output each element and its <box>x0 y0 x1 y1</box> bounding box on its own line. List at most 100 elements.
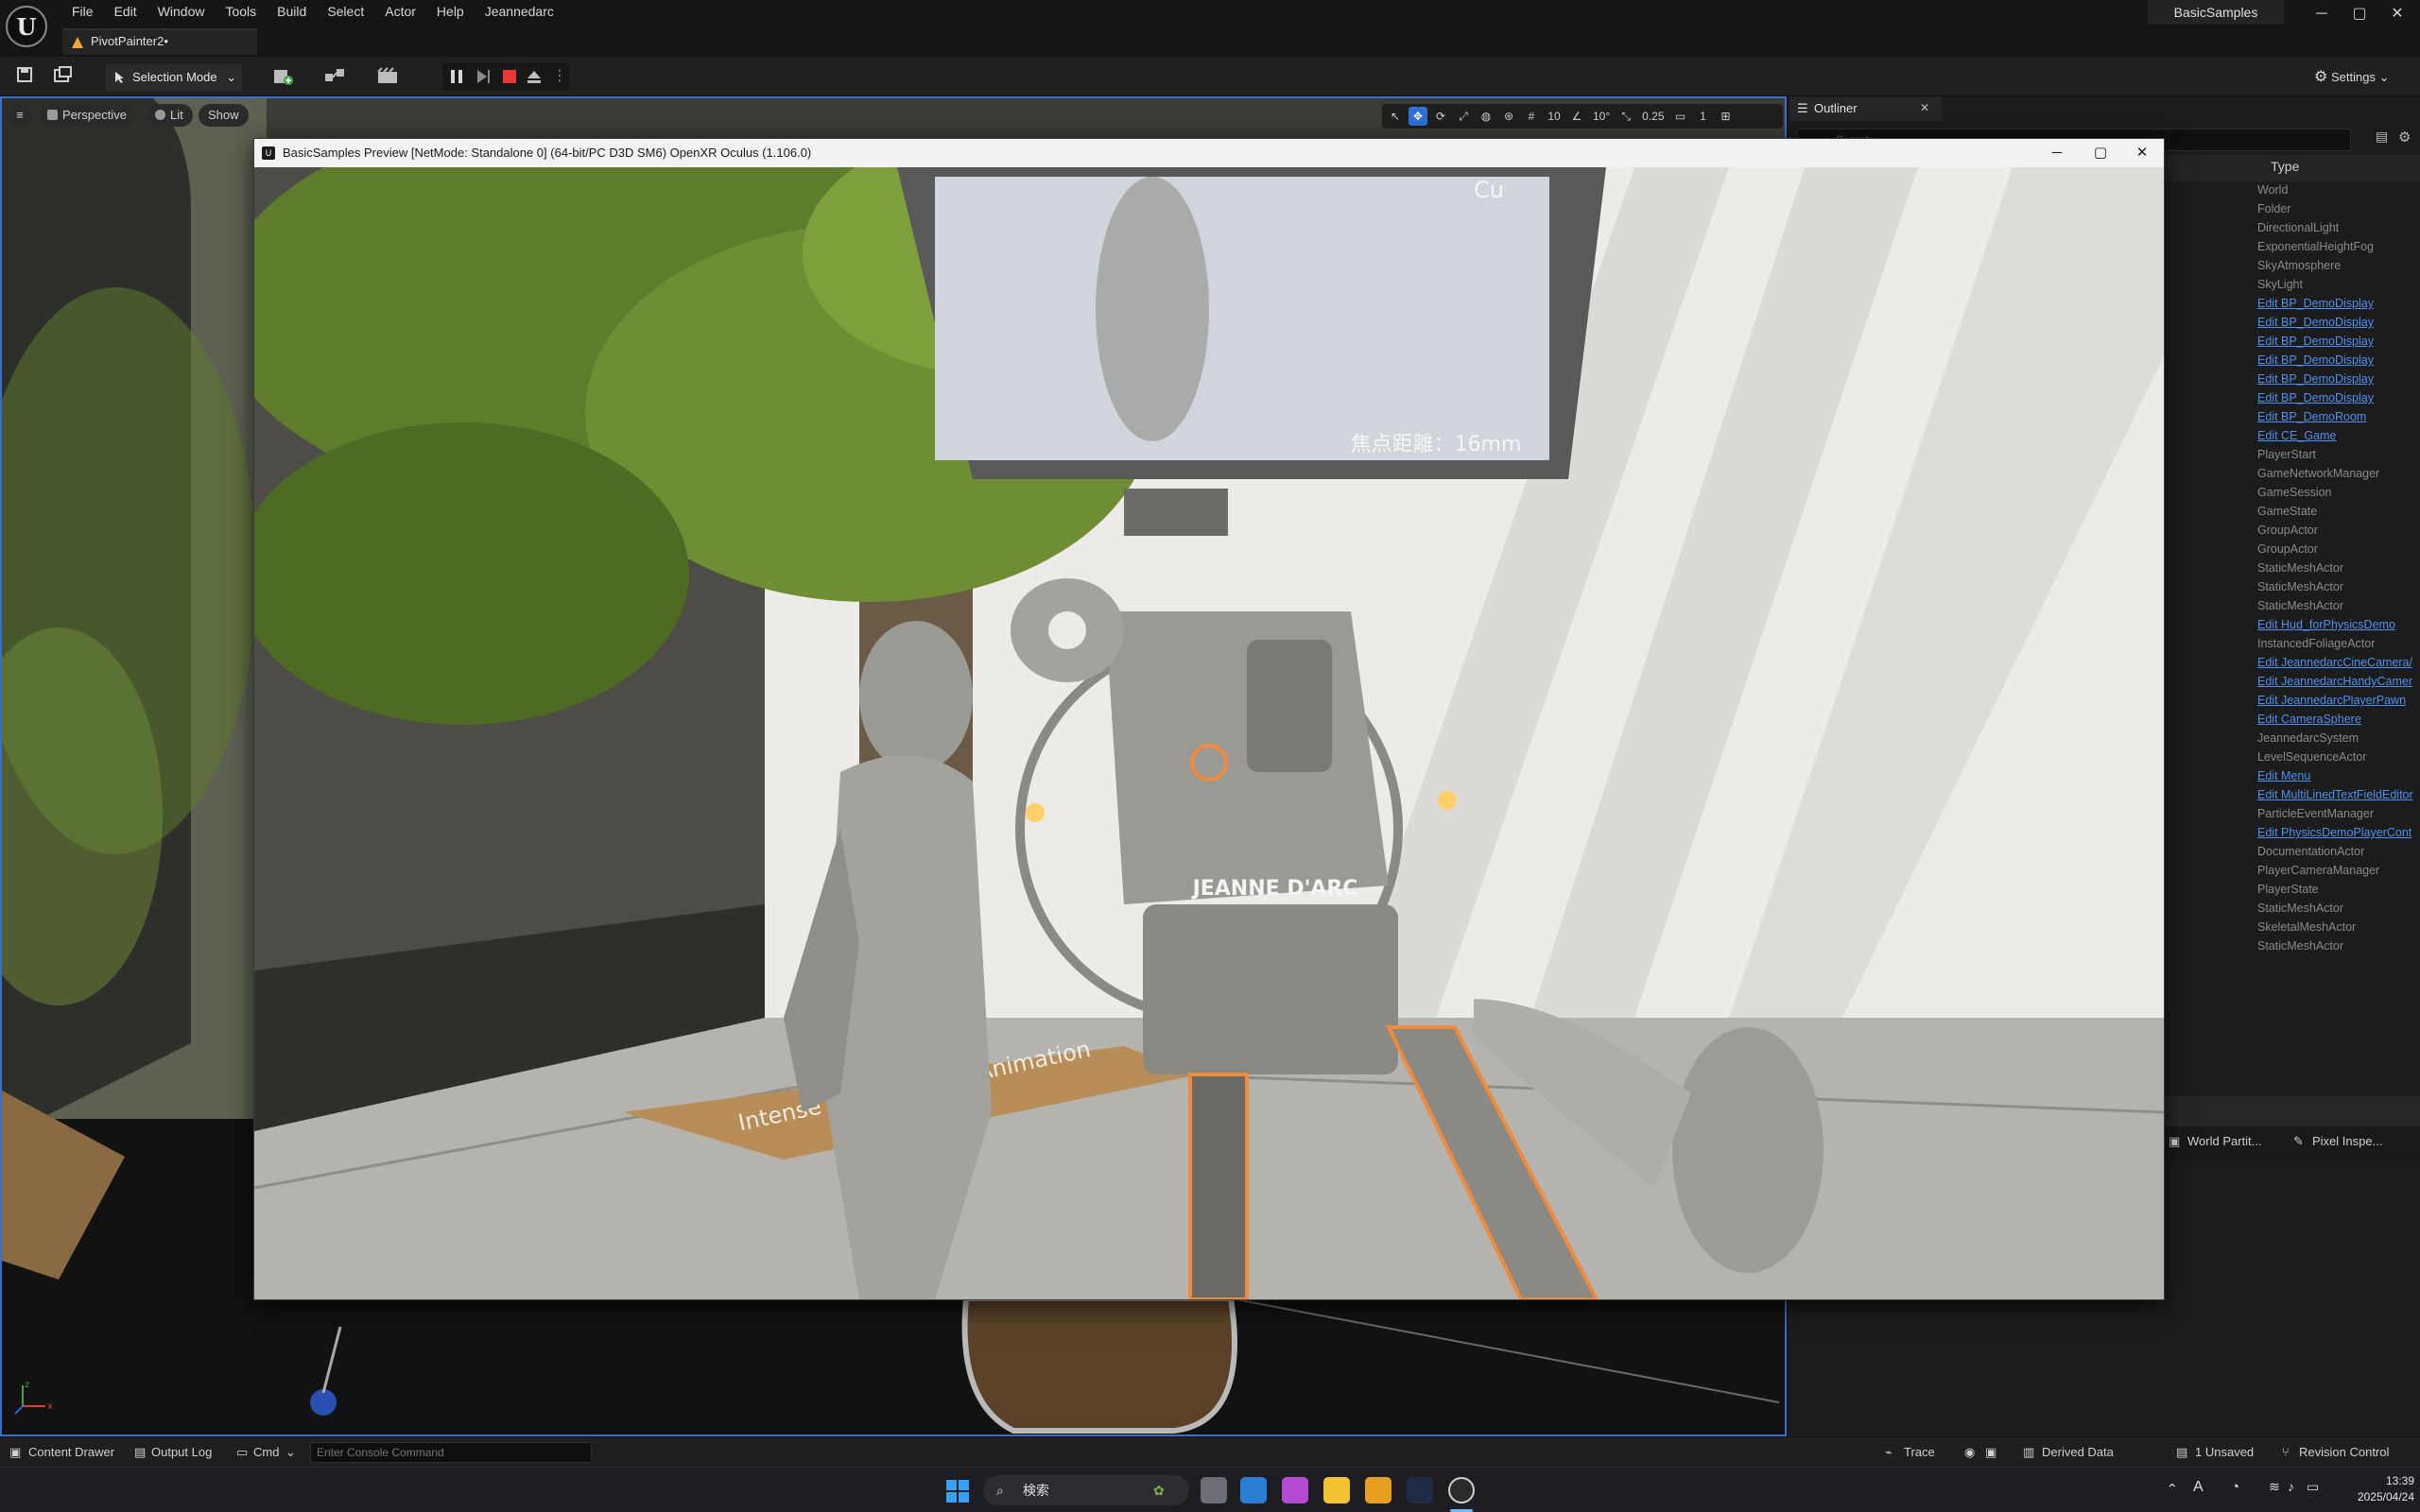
pause-icon[interactable] <box>448 68 465 85</box>
save-icon[interactable] <box>15 65 34 84</box>
add-actor-icon[interactable] <box>272 66 297 87</box>
photos-icon[interactable] <box>1240 1477 1267 1503</box>
content-drawer-button[interactable]: Content Drawer <box>28 1443 114 1462</box>
outliner-row-type[interactable]: Edit CameraSphere <box>2257 710 2420 729</box>
scale-snap-icon[interactable]: ⤡ <box>1616 107 1635 126</box>
rotation-snap-value[interactable]: 10° <box>1590 107 1613 126</box>
outliner-row-type[interactable]: Edit BP_DemoDisplay <box>2257 351 2420 369</box>
outliner-tab[interactable]: ☰ Outliner ✕ <box>1789 96 1941 121</box>
add-folder-icon[interactable]: ▤ <box>2376 129 2388 145</box>
outliner-row-type[interactable]: Edit BP_DemoDisplay <box>2257 369 2420 388</box>
outliner-row-type[interactable]: Edit MultiLinedTextFieldEditor <box>2257 785 2420 804</box>
ime-indicator[interactable]: A <box>2193 1479 2204 1496</box>
game-scene[interactable]: Intense Wind Foliage Animation 焦点距離：16mm… <box>254 167 2164 1299</box>
outliner-row-type[interactable]: Edit BP_DemoDisplay <box>2257 313 2420 332</box>
app-icon[interactable] <box>1282 1477 1308 1503</box>
volume-icon[interactable]: ♪ <box>2288 1479 2294 1494</box>
menu-build[interactable]: Build <box>268 0 318 23</box>
level-tab[interactable]: PivotPainter2• <box>62 28 257 55</box>
revision-control-dropdown[interactable]: Revision Control <box>2299 1443 2389 1462</box>
select-tool-icon[interactable]: ↖ <box>1386 107 1405 126</box>
frame-skip-icon[interactable] <box>475 68 492 85</box>
camera-speed-icon[interactable]: ▭ <box>1671 107 1690 126</box>
task-view-icon[interactable] <box>1201 1477 1227 1503</box>
battery-icon[interactable]: ▭ <box>2307 1479 2319 1495</box>
game-window-title-bar[interactable]: U BasicSamples Preview [NetMode: Standal… <box>254 139 2164 167</box>
unsaved-button[interactable]: 1 Unsaved <box>2195 1443 2254 1462</box>
git-client-icon[interactable] <box>1365 1477 1392 1503</box>
close-button[interactable]: ✕ <box>2378 2 2416 26</box>
game-close-button[interactable]: ✕ <box>2120 139 2164 167</box>
grid-snap-icon[interactable]: # <box>1522 107 1541 126</box>
outliner-row-type[interactable]: Edit BP_DemoDisplay <box>2257 388 2420 407</box>
outliner-row-type[interactable]: Edit BP_DemoDisplay <box>2257 294 2420 313</box>
menu-actor[interactable]: Actor <box>375 0 427 23</box>
tab-pixel-inspector[interactable]: Pixel Inspe... <box>2312 1134 2382 1148</box>
outliner-settings-gear-icon[interactable]: ⚙ <box>2398 129 2411 146</box>
rotate-tool-icon[interactable]: ⟳ <box>1431 107 1450 126</box>
menu-jeannedarc[interactable]: Jeannedarc <box>475 0 565 23</box>
blueprint-icon[interactable] <box>323 66 352 87</box>
windows-start-icon[interactable] <box>945 1479 970 1503</box>
output-log-button[interactable]: Output Log <box>151 1443 212 1462</box>
camera-speed-value[interactable]: 1 <box>1694 107 1713 126</box>
outliner-row-type[interactable]: Edit Menu <box>2257 766 2420 785</box>
game-minimize-button[interactable]: ─ <box>2035 139 2079 167</box>
world-local-icon[interactable]: ◍ <box>1477 107 1495 126</box>
menu-help[interactable]: Help <box>427 0 475 23</box>
perspective-button[interactable]: Perspective <box>40 104 136 127</box>
menu-tools[interactable]: Tools <box>216 0 268 23</box>
close-tab-icon[interactable]: ✕ <box>1920 101 1929 114</box>
viewport-menu-button[interactable]: ≡ <box>8 104 32 127</box>
menu-select[interactable]: Select <box>318 0 375 23</box>
taskbar-clock[interactable]: 13:39 2025/04/24 <box>2329 1473 2414 1505</box>
trace-dropdown[interactable]: Trace <box>1904 1443 1935 1462</box>
rotation-snap-icon[interactable]: ∠ <box>1567 107 1586 126</box>
type-column-header[interactable]: Type <box>2271 159 2299 174</box>
screenshot-icon[interactable]: ▣ <box>1985 1443 1996 1462</box>
file-explorer-icon[interactable] <box>1323 1477 1350 1503</box>
outliner-row-type[interactable]: Edit BP_DemoRoom <box>2257 407 2420 426</box>
game-preview-window[interactable]: U BasicSamples Preview [NetMode: Standal… <box>253 138 2165 1300</box>
chevron-up-icon[interactable]: ⌃ <box>2167 1481 2178 1497</box>
cinematics-icon[interactable] <box>376 66 408 87</box>
settings-button[interactable]: ⚙ Settings ⌄ <box>2314 64 2409 91</box>
cmd-dropdown[interactable]: Cmd <box>253 1443 279 1462</box>
tab-world-partition[interactable]: World Partit... <box>2187 1134 2262 1148</box>
wifi-icon[interactable]: ≋ <box>2269 1479 2280 1495</box>
translate-tool-icon[interactable]: ✥ <box>1409 107 1427 126</box>
taskbar-search-box[interactable]: ⌕ 検索 ✿ <box>983 1475 1189 1505</box>
browse-content-icon[interactable] <box>53 65 74 84</box>
menu-file[interactable]: File <box>62 0 105 23</box>
record-icon[interactable]: ◉ <box>1964 1443 1975 1462</box>
menu-edit[interactable]: Edit <box>105 0 148 23</box>
copilot-icon[interactable]: ◔ <box>2231 1479 2239 1495</box>
surface-snap-icon[interactable]: ⊛ <box>1499 107 1518 126</box>
outliner-row-type[interactable]: Edit JeannedarcHandyCamer <box>2257 672 2420 691</box>
outliner-row-type[interactable]: Edit JeannedarcPlayerPawn <box>2257 691 2420 710</box>
stop-icon[interactable] <box>501 68 518 85</box>
grid-snap-value[interactable]: 10 <box>1545 107 1564 126</box>
console-command-input[interactable] <box>310 1442 592 1463</box>
selection-mode-dropdown[interactable]: Selection Mode ⌄ <box>106 64 242 91</box>
lit-button[interactable]: Lit <box>147 104 193 127</box>
scale-tool-icon[interactable]: ⤢ <box>1454 107 1473 126</box>
menu-window[interactable]: Window <box>148 0 216 23</box>
show-button[interactable]: Show <box>199 104 249 127</box>
outliner-row-type[interactable]: Edit CE_Game <box>2257 426 2420 445</box>
eject-icon[interactable] <box>526 68 543 85</box>
scale-snap-value[interactable]: 0.25 <box>1639 107 1667 126</box>
game-maximize-button[interactable]: ▢ <box>2079 139 2122 167</box>
outliner-row-type[interactable]: Edit PhysicsDemoPlayerCont <box>2257 823 2420 842</box>
maximize-viewport-icon[interactable]: ⊞ <box>1717 107 1736 126</box>
derived-data-dropdown[interactable]: Derived Data <box>2042 1443 2114 1462</box>
maximize-button[interactable]: ▢ <box>2341 2 2378 26</box>
outliner-row-type[interactable]: Edit BP_DemoDisplay <box>2257 332 2420 351</box>
unreal-editor-taskbar-icon[interactable] <box>1448 1477 1475 1503</box>
more-options-icon[interactable]: ⋮ <box>552 66 567 85</box>
outliner-row-type[interactable]: Edit Hud_forPhysicsDemo <box>2257 615 2420 634</box>
oculus-icon[interactable] <box>1407 1477 1433 1503</box>
outliner-row-type[interactable]: Edit JeannedarcCineCamera/ <box>2257 653 2420 672</box>
unreal-logo-icon[interactable]: U <box>6 6 47 47</box>
minimize-button[interactable]: ─ <box>2303 2 2341 26</box>
